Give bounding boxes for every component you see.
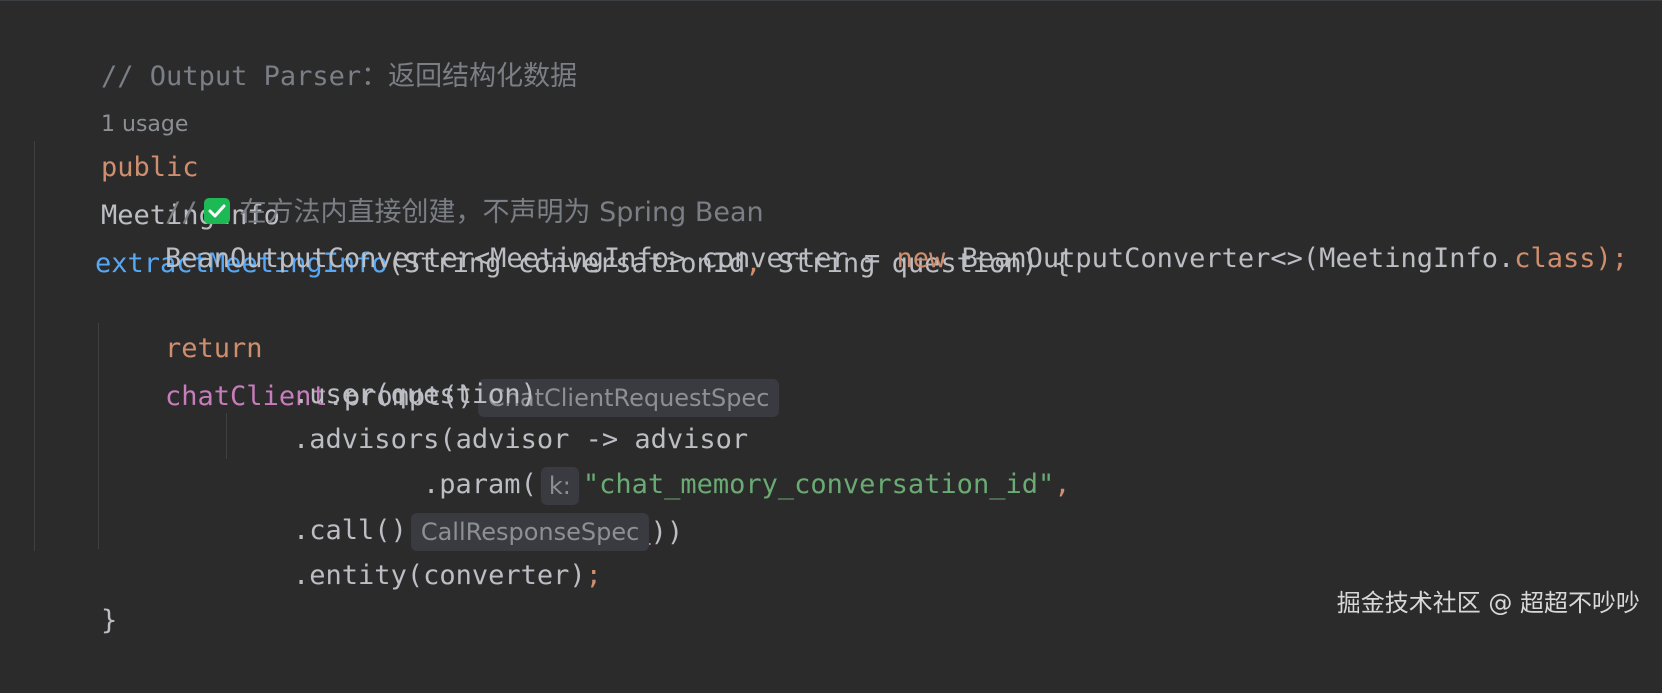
code-line-param: .param(k: "chat_memory_conversation_id", … bbox=[358, 413, 1070, 548]
new-keyword: new bbox=[896, 243, 946, 274]
entity-call: .entity(converter) bbox=[293, 560, 586, 591]
converter-ctor: BeanOutputConverter<>(MeetingInfo. bbox=[945, 243, 1515, 274]
class-keyword: class bbox=[1514, 243, 1596, 274]
converter-end: ); bbox=[1595, 243, 1629, 274]
watermark: 掘金技术社区 @ 超超不吵吵 bbox=[1336, 589, 1640, 617]
code-line-inline-comment: //在方法内直接创建，不声明为 Spring Bean bbox=[100, 141, 764, 228]
entity-semi: ; bbox=[585, 560, 602, 591]
closing-brace: } bbox=[101, 605, 118, 636]
code-line-comment-header: // Output Parser：返回结构化数据 bbox=[36, 5, 577, 92]
code-line-user: .user(question) bbox=[228, 323, 537, 410]
indent-guide bbox=[34, 141, 35, 551]
code-line-call: .call() CallResponseSpec bbox=[228, 459, 650, 551]
indent-guide bbox=[98, 323, 99, 549]
param-end: )) bbox=[650, 517, 684, 548]
code-line-method-signature: public MeetingInfo extractMeetingInfo(St… bbox=[36, 96, 1070, 279]
param-string: "chat_memory_conversation_id" bbox=[582, 469, 1055, 500]
code-line-return: return chatClient.prompt() ChatClientRequ… bbox=[100, 277, 780, 417]
code-line-converter: BeanOutputConverter<MeetingInfo> convert… bbox=[100, 187, 1628, 274]
code-line-usage: 1 usage bbox=[36, 51, 188, 137]
code-line-advisors: .advisors(advisor -> advisor bbox=[228, 368, 748, 455]
code-editor[interactable]: // Output Parser：返回结构化数据 1 usage public … bbox=[0, 0, 1662, 636]
converter-decl: BeanOutputConverter<MeetingInfo> convert… bbox=[165, 243, 897, 274]
code-line-entity: .entity(converter); bbox=[228, 504, 602, 591]
param-comma: , bbox=[1054, 469, 1071, 500]
code-line-closing-brace: } bbox=[36, 549, 117, 636]
